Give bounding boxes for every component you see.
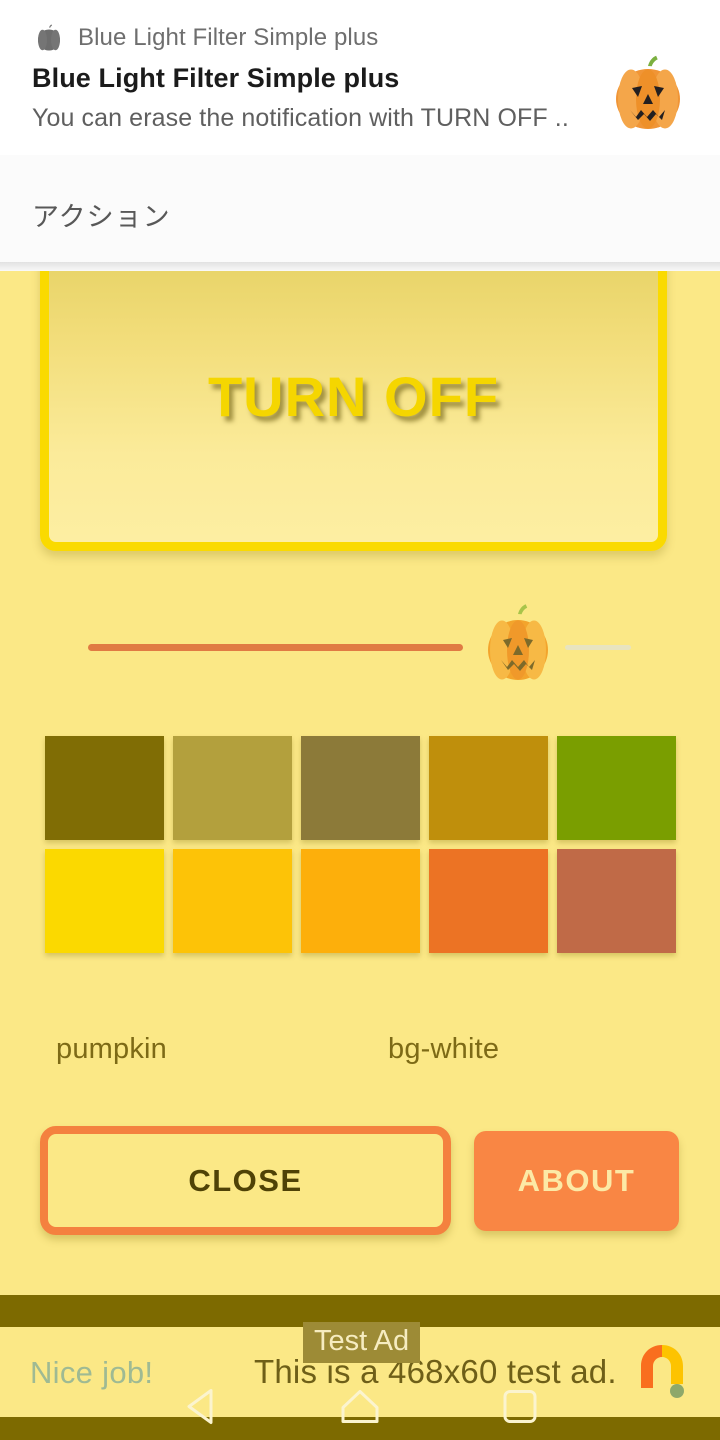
swatch-8[interactable] xyxy=(301,849,420,953)
swatch-7[interactable] xyxy=(173,849,292,953)
turn-off-button[interactable]: TURN OFF xyxy=(40,271,667,551)
pumpkin-icon xyxy=(606,52,690,136)
turn-off-button-label: TURN OFF xyxy=(207,364,500,428)
notification-body: You can erase the notification with TURN… xyxy=(32,104,569,132)
swatch-1[interactable] xyxy=(45,736,164,840)
ad-left-text: Nice job! xyxy=(30,1355,154,1390)
close-button[interactable]: CLOSE xyxy=(40,1126,451,1235)
swatch-9[interactable] xyxy=(429,849,548,953)
swatch-3[interactable] xyxy=(301,736,420,840)
about-button-label: ABOUT xyxy=(517,1163,636,1198)
pumpkin-icon-gray xyxy=(34,23,64,53)
notification-app-line: Blue Light Filter Simple plus xyxy=(34,22,378,54)
swatch-5[interactable] xyxy=(557,736,676,840)
opacity-slider[interactable] xyxy=(0,598,720,698)
notification-app-name: Blue Light Filter Simple plus xyxy=(78,24,379,51)
slider-track-inactive xyxy=(565,645,631,650)
ad-frame: Nice job! This is a 468x60 test ad. Test… xyxy=(0,1295,720,1440)
ad-test-badge: Test Ad xyxy=(303,1322,421,1363)
palette-label-left: pumpkin xyxy=(56,1033,168,1065)
palette-label-row: pumpkin bg-white xyxy=(0,1023,720,1083)
admob-logo-icon xyxy=(628,1339,696,1405)
notification-action-row[interactable]: アクション xyxy=(0,155,720,271)
pumpkin-slider-thumb[interactable] xyxy=(478,598,558,690)
ad-banner[interactable]: Nice job! This is a 468x60 test ad. Test… xyxy=(0,1322,720,1417)
notification-card[interactable]: Blue Light Filter Simple plus Blue Light… xyxy=(0,0,720,155)
swatch-4[interactable] xyxy=(429,736,548,840)
about-button[interactable]: ABOUT xyxy=(474,1131,679,1231)
bottom-button-row: CLOSE ABOUT xyxy=(0,1126,720,1246)
notification-title: Blue Light Filter Simple plus xyxy=(32,63,400,93)
close-button-label: CLOSE xyxy=(188,1162,303,1198)
palette-label-right: bg-white xyxy=(388,1033,500,1065)
slider-track-active xyxy=(88,644,463,651)
swatch-6[interactable] xyxy=(45,849,164,953)
action-label: アクション xyxy=(32,202,171,232)
screen: Blue Light Filter Simple plus Blue Light… xyxy=(0,0,720,1440)
swatch-10[interactable] xyxy=(557,849,676,953)
app-content: TURN OFF pumpkin bg-white CLOSE ABOUT xyxy=(0,271,720,1295)
color-palette[interactable] xyxy=(45,736,676,953)
swatch-2[interactable] xyxy=(173,736,292,840)
